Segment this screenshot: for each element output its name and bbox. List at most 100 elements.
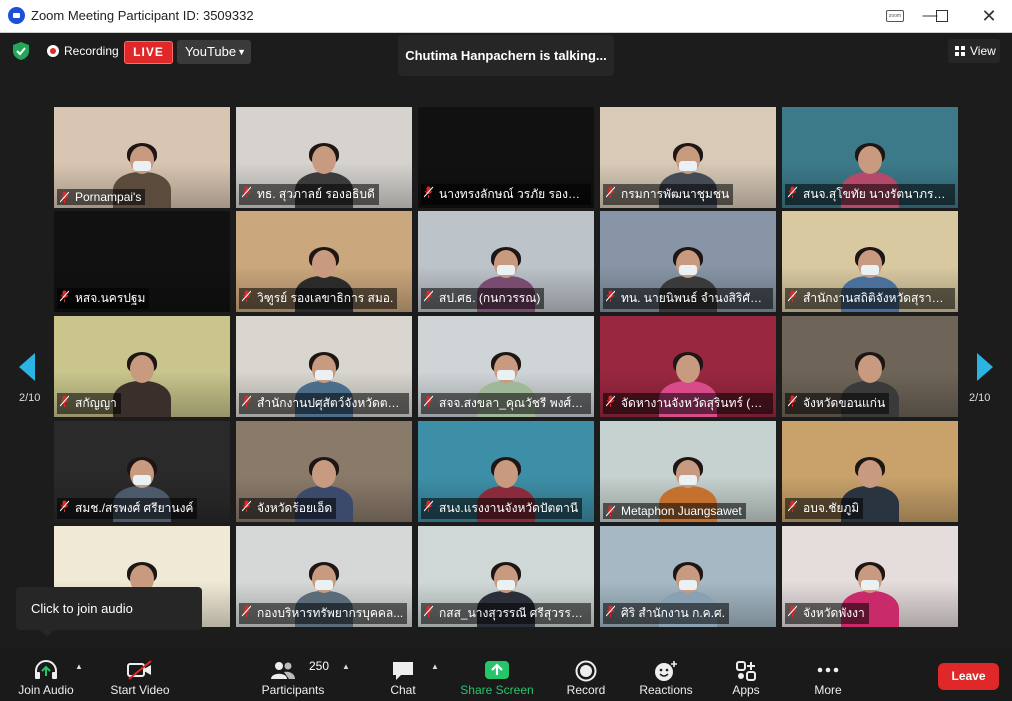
participant-tile[interactable]: วิฑูรย์ รองเลขาธิการ สมอ. — [236, 211, 412, 312]
security-shield-icon[interactable] — [13, 42, 29, 60]
participant-tile[interactable]: ทน. นายนิพนธ์ จำนงสิริศักดิ์... — [600, 211, 776, 312]
participant-video — [113, 352, 171, 417]
chat-button[interactable]: Chat — [378, 648, 428, 701]
participant-tile[interactable]: จังหวัดขอนแก่น — [782, 316, 958, 417]
join-audio-button[interactable]: Join Audio — [10, 648, 82, 701]
recording-label: Recording — [64, 44, 119, 58]
window-titlebar: Zoom Meeting Participant ID: 3509332 zoo… — [0, 0, 1012, 33]
share-screen-icon — [485, 661, 509, 679]
participant-name-text: จังหวัดขอนแก่น — [803, 396, 886, 410]
participant-tile[interactable]: Pornampai's — [54, 107, 230, 208]
stream-target-value: YouTube — [185, 44, 237, 59]
participant-name-text: จังหวัดพังงา — [803, 606, 865, 620]
participant-tile[interactable]: สนจ.สุโขทัย นางรัตนาภรณ์ ... — [782, 107, 958, 208]
participant-tile[interactable]: จังหวัดร้อยเอ็ด — [236, 421, 412, 522]
page-indicator-right: 2/10 — [969, 392, 991, 404]
participant-name: กรมการพัฒนาชุมชน — [603, 184, 734, 205]
participant-name: จังหวัดพังงา — [785, 603, 869, 624]
participant-name-text: ศิริ สำนักงาน ก.ค.ศ. — [621, 606, 725, 620]
share-screen-label: Share Screen — [460, 683, 534, 697]
view-label: View — [970, 44, 996, 58]
muted-mic-icon — [606, 605, 615, 617]
participants-button[interactable]: Participants — [256, 648, 330, 701]
zoom-toggle-icon[interactable]: zoom — [886, 10, 904, 22]
participant-tile[interactable]: ศิริ สำนักงาน ก.ค.ศ. — [600, 526, 776, 627]
participant-tile[interactable]: Metaphon Juangsawet — [600, 421, 776, 522]
apps-button[interactable]: Apps — [722, 648, 770, 701]
start-video-label: Start Video — [110, 683, 170, 697]
participant-tile[interactable]: สำนักงานสถิติจังหวัดสุราษฎร์... — [782, 211, 958, 312]
participant-tile[interactable]: อบจ.ชัยภูมิ — [782, 421, 958, 522]
participants-label: Participants — [261, 683, 325, 697]
participant-name: กองบริหารทรัพยากรบุคคล... — [239, 603, 408, 624]
muted-mic-icon — [60, 191, 69, 203]
chat-icon — [393, 662, 413, 680]
participants-icon — [270, 662, 295, 679]
participant-tile[interactable]: สจจ.สงขลา_คุณวัชรี พงศ์นุรั... — [418, 316, 594, 417]
video-off-icon — [127, 660, 152, 680]
participant-name-text: นางทรงลักษณ์ วรภัย รองผู้ว่า... — [439, 187, 591, 201]
participant-name-text: อบจ.ชัยภูมิ — [803, 501, 860, 515]
muted-mic-icon — [424, 186, 433, 198]
muted-mic-icon — [788, 395, 797, 407]
live-badge[interactable]: LIVE — [124, 41, 173, 64]
participant-tile[interactable]: จังหวัดพังงา — [782, 526, 958, 627]
muted-mic-icon — [242, 290, 251, 302]
participant-name-text: วิฑูรย์ รองเลขาธิการ สมอ. — [257, 291, 394, 305]
face-mask — [133, 161, 151, 171]
view-button[interactable]: View — [948, 39, 1000, 63]
participant-tile[interactable]: จัดหางานจังหวัดสุรินทร์ (ขนิ... — [600, 316, 776, 417]
reactions-button[interactable]: Reactions — [634, 648, 698, 701]
participant-tile[interactable]: กสส_นางสุวรรณี ศรีสุวรรณ์ ... — [418, 526, 594, 627]
meeting-toolbar: Join Audio ▲ Start Video Participants 25… — [0, 648, 1012, 701]
join-audio-tooltip[interactable]: Click to join audio — [16, 587, 202, 637]
participant-tile[interactable]: ทธ. สุวภาลย์ รองอธิบดี — [236, 107, 412, 208]
apps-icon — [736, 661, 756, 681]
participant-name-text: กองบริหารทรัพยากรบุคคล... — [257, 606, 404, 620]
muted-mic-icon — [788, 186, 797, 198]
audio-options-caret-icon[interactable]: ▲ — [75, 662, 83, 671]
participant-tile[interactable]: กรมการพัฒนาชุมชน — [600, 107, 776, 208]
participant-tile[interactable]: นางทรงลักษณ์ วรภัย รองผู้ว่า... — [418, 107, 594, 208]
next-page-arrow-icon[interactable] — [977, 353, 993, 381]
participant-tile[interactable]: สกัญญา — [54, 316, 230, 417]
share-screen-button[interactable]: Share Screen — [458, 648, 536, 701]
participant-tile[interactable]: สำนักงานปศุสัตว์จังหวัดตราด — [236, 316, 412, 417]
participant-tile[interactable]: หสจ.นครปฐม — [54, 211, 230, 312]
reactions-label: Reactions — [639, 683, 693, 697]
recording-icon — [47, 45, 59, 57]
muted-mic-icon — [606, 395, 615, 407]
chat-label: Chat — [390, 683, 416, 697]
more-button[interactable]: More — [804, 648, 852, 701]
chat-options-caret-icon[interactable]: ▲ — [431, 662, 439, 671]
face-mask — [679, 580, 697, 590]
participant-tile[interactable]: สป.ศธ. (กนกวรรณ) — [418, 211, 594, 312]
muted-mic-icon — [606, 186, 615, 198]
muted-mic-icon — [424, 395, 433, 407]
participant-name-text: Pornampai's — [75, 190, 142, 204]
close-button[interactable]: ✕ — [975, 4, 1003, 28]
participant-name: จังหวัดร้อยเอ็ด — [239, 498, 337, 519]
participant-name: อบจ.ชัยภูมิ — [785, 498, 864, 519]
previous-page-arrow-icon[interactable] — [19, 353, 35, 381]
participant-tile[interactable]: กองบริหารทรัพยากรบุคคล... — [236, 526, 412, 627]
muted-mic-icon — [606, 505, 615, 517]
participant-name-text: กรมการพัฒนาชุมชน — [621, 187, 730, 201]
maximize-button[interactable] — [928, 4, 956, 28]
record-button[interactable]: Record — [560, 648, 612, 701]
leave-button[interactable]: Leave — [938, 663, 999, 690]
muted-mic-icon — [788, 500, 797, 512]
face-mask — [861, 265, 879, 275]
muted-mic-icon — [242, 605, 251, 617]
participant-name-text: สำนักงานปศุสัตว์จังหวัดตราด — [257, 396, 409, 410]
participant-tile[interactable]: สมช./สรพงศ์ ศรียานงค์ — [54, 421, 230, 522]
participant-name: Metaphon Juangsawet — [603, 503, 746, 519]
participant-name: วิฑูรย์ รองเลขาธิการ สมอ. — [239, 288, 398, 309]
stream-target-select[interactable]: YouTube ▼ — [177, 40, 251, 64]
participant-name-text: หสจ.นครปฐม — [75, 291, 146, 305]
participant-name: ทธ. สุวภาลย์ รองอธิบดี — [239, 184, 379, 205]
participant-tile[interactable]: สนง.แรงงานจังหวัดปัตตานี — [418, 421, 594, 522]
participant-name-text: ทน. นายนิพนธ์ จำนงสิริศักดิ์... — [621, 291, 773, 305]
start-video-button[interactable]: Start Video — [104, 648, 176, 701]
participants-options-caret-icon[interactable]: ▲ — [342, 662, 350, 671]
